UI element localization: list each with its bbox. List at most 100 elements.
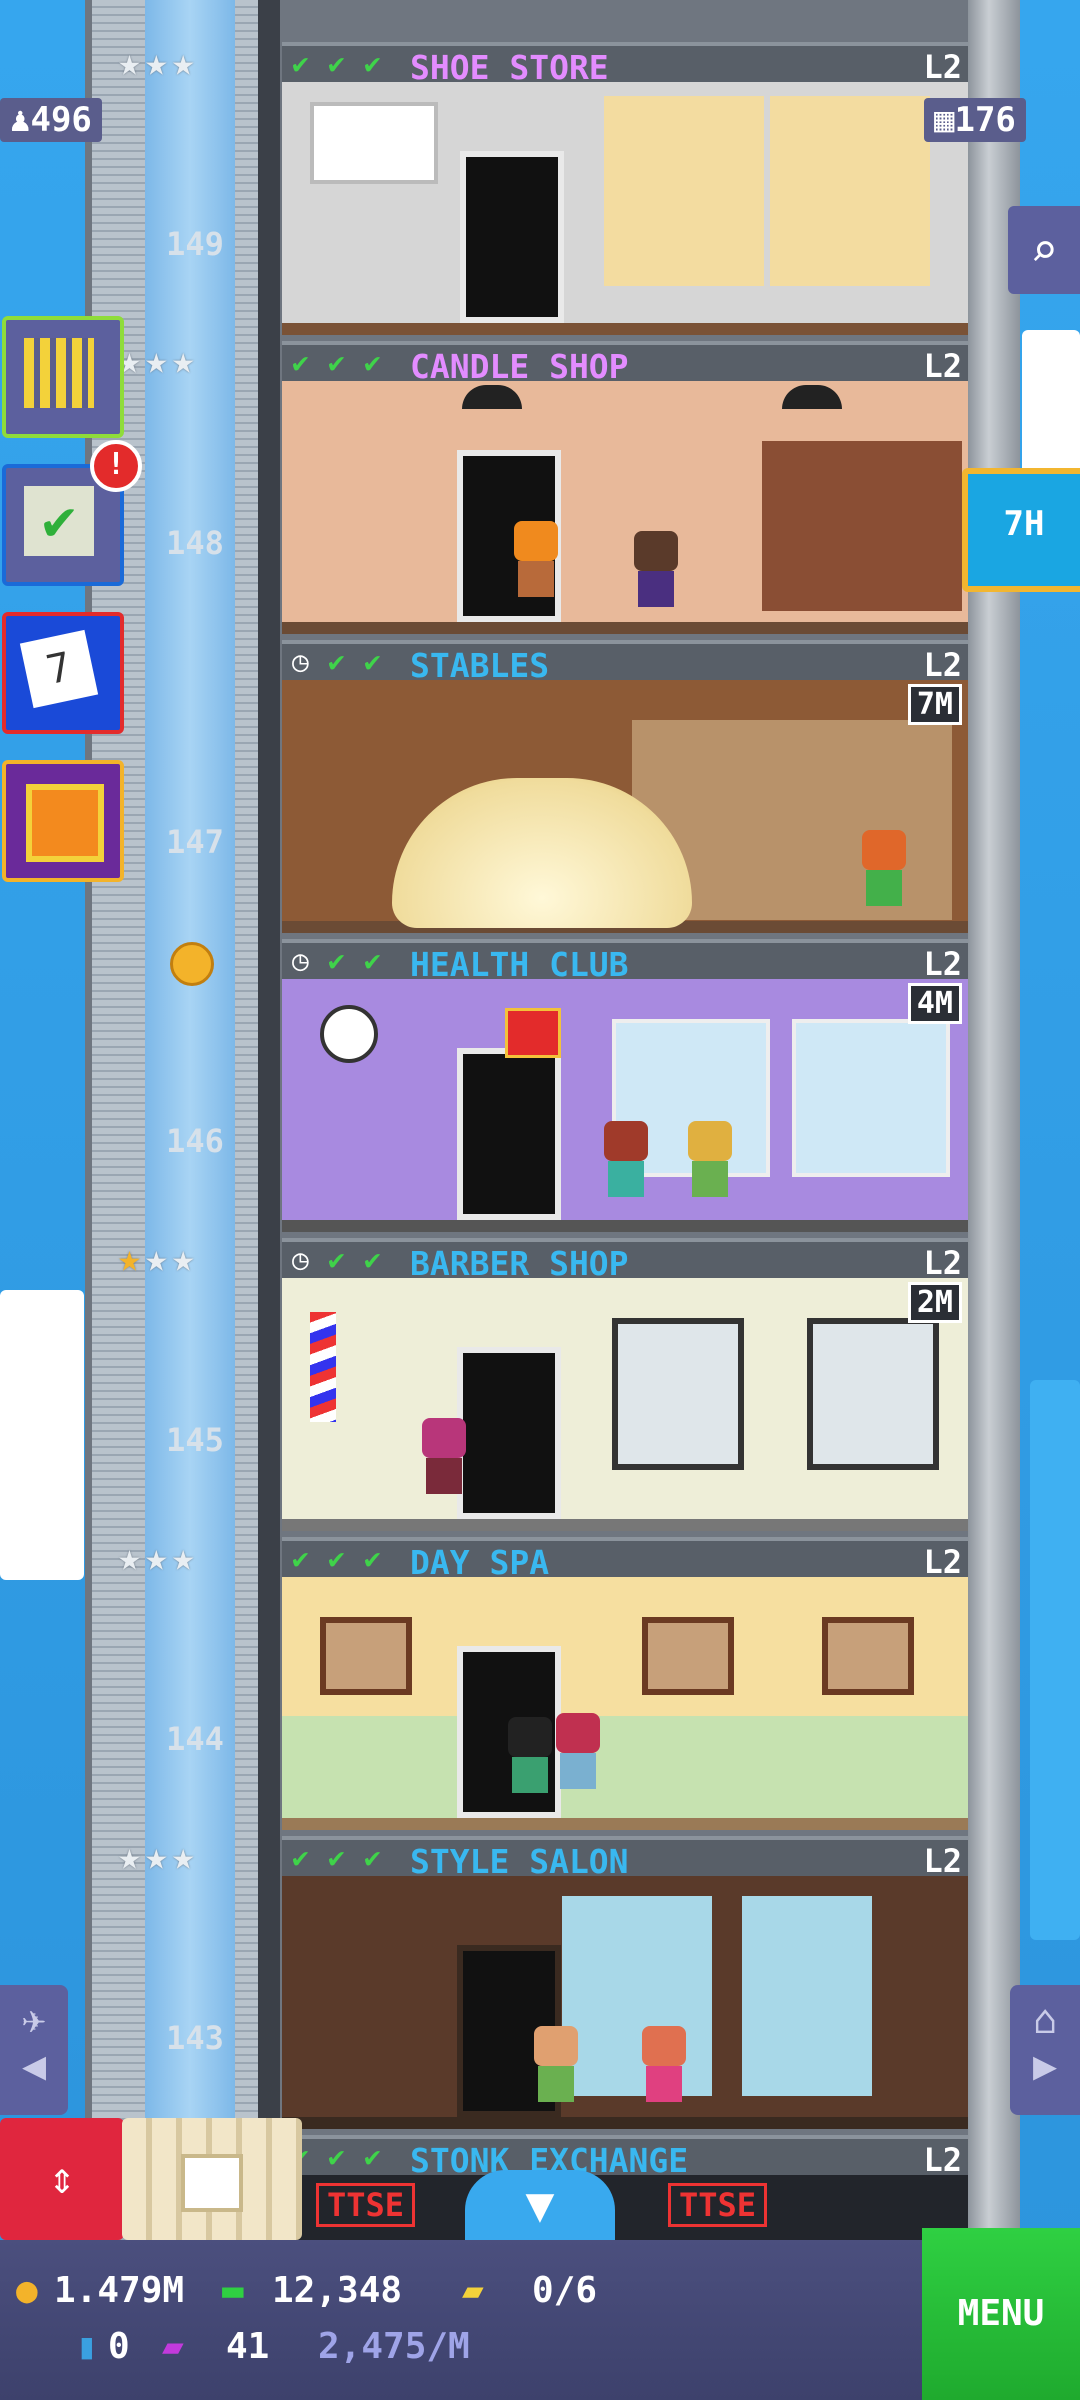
floor-shoe-store[interactable]: ✔ ✔ ✔ SHOE STORE L2 bbox=[282, 42, 968, 341]
ceiling-lamp bbox=[462, 385, 522, 409]
door bbox=[460, 151, 564, 323]
elevator-car-track[interactable] bbox=[145, 0, 235, 2240]
floor-barber-shop[interactable]: ◷ ✔ ✔ BARBER SHOP L2 2M bbox=[282, 1238, 968, 1537]
wall-painting bbox=[642, 1617, 734, 1695]
check-icon: ✔ bbox=[328, 47, 345, 80]
population-counter[interactable]: ♟496 bbox=[0, 98, 102, 142]
coins-value: 1.479M bbox=[54, 2270, 185, 2311]
check-icon: ✔ bbox=[364, 645, 381, 678]
gym-person[interactable] bbox=[688, 1121, 732, 1197]
door bbox=[457, 1048, 561, 1220]
gift-shop-button[interactable] bbox=[2, 760, 124, 882]
floor-level: L2 bbox=[923, 1543, 962, 1581]
check-icon: ✔ bbox=[292, 1841, 309, 1874]
plane-icon: ✈ bbox=[21, 1997, 47, 2043]
build-floor-button[interactable] bbox=[2, 316, 124, 438]
storage-button[interactable] bbox=[122, 2118, 302, 2240]
timer-button[interactable]: 7H bbox=[962, 468, 1080, 592]
wall-painting bbox=[320, 1617, 412, 1695]
keys-value: 0 bbox=[108, 2326, 130, 2367]
ceiling-lamp bbox=[782, 385, 842, 409]
building-icon: ▦ bbox=[934, 100, 955, 140]
bux-value: 12,348 bbox=[272, 2270, 403, 2311]
floor-level: L2 bbox=[923, 1842, 962, 1880]
room-interior bbox=[282, 82, 968, 335]
floor-header: ✔ ✔ ✔ STONK EXCHANGE L2 bbox=[282, 2135, 968, 2180]
wall-painting bbox=[822, 1617, 914, 1695]
gift-icon[interactable] bbox=[505, 1008, 561, 1058]
rating-stars: ★★★ bbox=[118, 1236, 199, 1280]
coin-icon: ● bbox=[16, 2270, 38, 2311]
floor-health-club[interactable]: ◷ ✔ ✔ HEALTH CLUB L2 4M bbox=[282, 939, 968, 1238]
floor-number: 147 bbox=[166, 823, 224, 861]
floor-header: ✔ ✔ ✔ CANDLE SHOP L2 bbox=[282, 341, 968, 386]
salon-person[interactable] bbox=[642, 2026, 686, 2102]
clock-icon: ◷ bbox=[292, 1243, 309, 1276]
tower-right-wall bbox=[968, 0, 1020, 2240]
spa-person[interactable] bbox=[508, 1717, 552, 1793]
nav-right-button[interactable]: ⌂ ▶ bbox=[1010, 1985, 1080, 2115]
floor-style-salon[interactable]: ✔ ✔ ✔ STYLE SALON L2 bbox=[282, 1836, 968, 2135]
calendar-button[interactable]: 7 bbox=[2, 612, 124, 734]
shopper-person[interactable] bbox=[634, 531, 678, 607]
notification-badge: ! bbox=[90, 440, 142, 492]
floor-base bbox=[282, 323, 968, 335]
coin-icon[interactable] bbox=[170, 942, 214, 986]
gift-icon bbox=[26, 784, 104, 862]
cloud bbox=[0, 1290, 84, 1580]
door bbox=[457, 1347, 561, 1519]
restock-timer-tag: 4M bbox=[907, 983, 962, 1024]
income-value: 2,475/M bbox=[318, 2326, 470, 2367]
floor-base bbox=[282, 1519, 968, 1531]
restock-timer-tag: 2M bbox=[907, 1282, 962, 1323]
rating-stars: ★★★ bbox=[118, 40, 199, 84]
room-interior: TTSE TTSE bbox=[282, 2175, 968, 2240]
floor-level: L2 bbox=[923, 1244, 962, 1282]
floor-number: 146 bbox=[166, 1122, 224, 1160]
menu-button[interactable]: MENU bbox=[922, 2228, 1080, 2400]
check-icon: ✔ bbox=[364, 2140, 381, 2173]
floor-level: L2 bbox=[923, 945, 962, 983]
floor-day-spa[interactable]: ✔ ✔ ✔ DAY SPA L2 bbox=[282, 1537, 968, 1836]
check-icon: ✔ bbox=[364, 47, 381, 80]
restock-timer-tag: 7M bbox=[907, 684, 962, 725]
building-icon bbox=[24, 338, 94, 408]
check-icon: ✔ bbox=[364, 1841, 381, 1874]
floor-header: ◷ ✔ ✔ BARBER SHOP L2 bbox=[282, 1238, 968, 1283]
salon-person[interactable] bbox=[534, 2026, 578, 2102]
check-icon: ✔ bbox=[328, 346, 345, 379]
room-interior bbox=[282, 1278, 968, 1531]
magnifier-icon: ⌕ bbox=[1030, 223, 1058, 277]
floor-stonk-exchange[interactable]: ✔ ✔ ✔ STONK EXCHANGE L2 TTSE TTSE bbox=[282, 2135, 968, 2240]
room-interior bbox=[282, 979, 968, 1232]
check-icon: ✔ bbox=[328, 2140, 345, 2173]
calendar-icon: 7 bbox=[19, 629, 99, 709]
worker-person[interactable] bbox=[514, 521, 558, 597]
floor-level: L2 bbox=[923, 347, 962, 385]
barber-mirror bbox=[807, 1318, 939, 1470]
arrow-left-icon: ◀ bbox=[21, 2043, 47, 2089]
nav-left-button[interactable]: ✈ ◀ bbox=[0, 1985, 68, 2115]
shaft-rail bbox=[258, 0, 280, 2240]
floor-header: ✔ ✔ ✔ SHOE STORE L2 bbox=[282, 42, 968, 87]
scroll-down-button[interactable]: ▼ bbox=[465, 2170, 615, 2240]
floor-candle-shop[interactable]: ✔ ✔ ✔ CANDLE SHOP L2 bbox=[282, 341, 968, 640]
floor-number: 145 bbox=[166, 1421, 224, 1459]
check-icon: ✔ bbox=[328, 944, 345, 977]
floor-header: ✔ ✔ ✔ DAY SPA L2 bbox=[282, 1537, 968, 1582]
arrow-right-icon: ▶ bbox=[1032, 2043, 1058, 2089]
gym-person[interactable] bbox=[604, 1121, 648, 1197]
room-interior bbox=[282, 381, 968, 634]
floor-base bbox=[282, 1818, 968, 1830]
wall-clock bbox=[320, 1005, 378, 1063]
check-icon: ✔ bbox=[364, 944, 381, 977]
stonk-sign: TTSE bbox=[668, 2183, 768, 2227]
customer-person[interactable] bbox=[422, 1418, 466, 1494]
spa-person[interactable] bbox=[556, 1713, 600, 1789]
floor-counter[interactable]: ▦176 bbox=[924, 98, 1026, 142]
elevator-button[interactable]: ⇕ bbox=[0, 2118, 124, 2240]
check-icon: ✔ bbox=[328, 1542, 345, 1575]
visitor-person[interactable] bbox=[862, 830, 906, 906]
floor-number: 144 bbox=[166, 1720, 224, 1758]
search-button[interactable]: ⌕ bbox=[1008, 206, 1080, 294]
